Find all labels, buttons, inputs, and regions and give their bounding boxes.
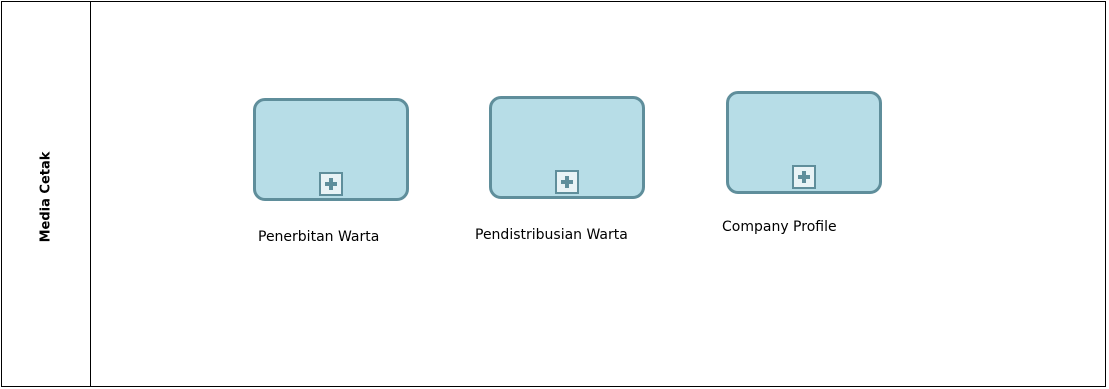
subprocess-task-penerbitan-warta[interactable] [253, 98, 409, 201]
lane-header: Media Cetak [2, 2, 91, 386]
lane-label: Media Cetak [38, 151, 54, 243]
task-label: Company Profile [722, 219, 837, 235]
task-label: Penerbitan Warta [258, 229, 380, 245]
subprocess-task-company-profile[interactable] [726, 91, 882, 194]
task-label: Pendistribusian Warta [475, 227, 628, 243]
plus-icon[interactable] [555, 170, 579, 194]
plus-icon[interactable] [792, 165, 816, 189]
plus-icon[interactable] [319, 172, 343, 196]
subprocess-task-pendistribusian-warta[interactable] [489, 96, 645, 199]
